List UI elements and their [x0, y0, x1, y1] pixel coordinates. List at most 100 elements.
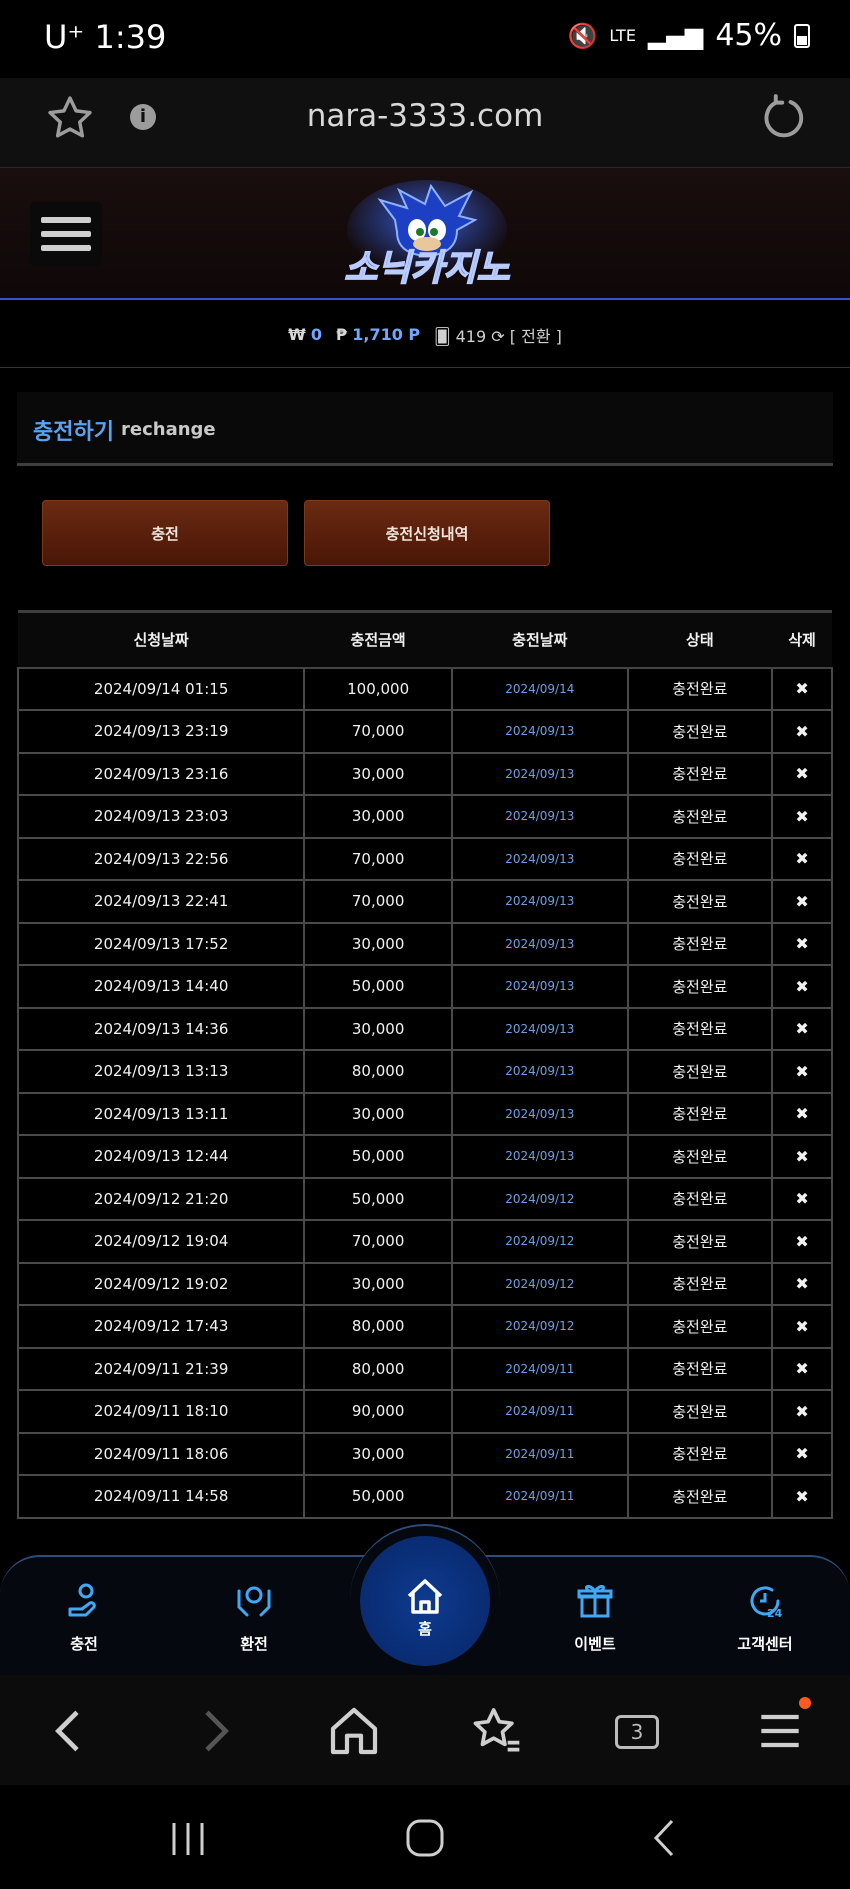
menu-bar-icon [41, 217, 91, 223]
table-row: 2024/09/11 14:58 50,000 2024/09/11 충전완료 ✖ [16, 1474, 833, 1519]
delete-button[interactable]: ✖ [771, 964, 833, 1009]
menu-button[interactable] [30, 202, 102, 266]
delete-button[interactable]: ✖ [771, 836, 833, 881]
table-row: 2024/09/13 22:56 70,000 2024/09/13 충전완료 ✖ [16, 836, 833, 881]
delete-button[interactable]: ✖ [771, 1219, 833, 1264]
charge-history-button[interactable]: 충전신청내역 [304, 500, 550, 566]
system-nav-bar [0, 1785, 850, 1889]
delete-button[interactable]: ✖ [771, 666, 833, 711]
delete-button[interactable]: ✖ [771, 1091, 833, 1136]
request-date-cell: 2024/09/13 14:36 [16, 1006, 306, 1051]
request-date-cell: 2024/09/12 17:43 [16, 1304, 306, 1349]
nav-charge[interactable]: 충전 [24, 1557, 144, 1677]
battery-icon [794, 23, 810, 48]
exchange-hands-icon [237, 1586, 271, 1617]
request-date-cell: 2024/09/13 22:41 [16, 879, 306, 924]
point-balance: ₱ 1,710 P [336, 325, 420, 344]
status-right: 🔇 LTE ▂▄▆ 45% [567, 18, 810, 53]
nav-exchange[interactable]: 환전 [194, 1557, 314, 1677]
table-row: 2024/09/13 23:19 70,000 2024/09/13 충전완료 ✖ [16, 709, 833, 754]
delete-button[interactable]: ✖ [771, 1431, 833, 1476]
table-row: 2024/09/12 17:43 80,000 2024/09/12 충전완료 ✖ [16, 1304, 833, 1349]
request-date-cell: 2024/09/12 19:04 [16, 1219, 306, 1264]
table-row: 2024/09/13 13:13 80,000 2024/09/13 충전완료 ✖ [16, 1049, 833, 1094]
recents-icon[interactable] [166, 1819, 210, 1859]
amount-cell: 90,000 [303, 1389, 453, 1434]
status-cell: 충전완료 [626, 1431, 774, 1476]
charge-button[interactable]: 충전 [42, 500, 288, 566]
status-bar: U⁺ 1:39 🔇 LTE ▂▄▆ 45% [0, 0, 850, 78]
browser-home-icon[interactable] [326, 1703, 382, 1759]
charge-date-cell: 2024/09/12 [450, 1176, 629, 1221]
delete-button[interactable]: ✖ [771, 709, 833, 754]
delete-button[interactable]: ✖ [771, 1474, 833, 1519]
status-cell: 충전완료 [626, 1134, 774, 1179]
gift-icon [577, 1584, 613, 1618]
sys-back-icon[interactable] [648, 1817, 678, 1859]
browser-url-bar: i nara-3333.com [0, 78, 850, 168]
nav-event-label: 이벤트 [574, 1635, 616, 1653]
won-symbol: ₩ [288, 325, 306, 344]
table-row: 2024/09/13 13:11 30,000 2024/09/13 충전완료 ✖ [16, 1091, 833, 1136]
table-row: 2024/09/13 17:52 30,000 2024/09/13 충전완료 ✖ [16, 921, 833, 966]
forward-icon[interactable] [186, 1703, 242, 1759]
menu-bar-icon [41, 231, 91, 237]
delete-button[interactable]: ✖ [771, 751, 833, 796]
amount-cell: 70,000 [303, 709, 453, 754]
charge-date-cell: 2024/09/13 [450, 709, 629, 754]
delete-button[interactable]: ✖ [771, 1049, 833, 1094]
nav-home-button[interactable]: 홈 [360, 1536, 490, 1666]
sys-home-icon[interactable] [404, 1817, 446, 1859]
url-text[interactable]: nara-3333.com [0, 98, 850, 134]
request-date-cell: 2024/09/14 01:15 [16, 666, 306, 711]
delete-button[interactable]: ✖ [771, 1304, 833, 1349]
reload-icon[interactable] [758, 92, 810, 144]
amount-cell: 70,000 [303, 879, 453, 924]
browser-menu-icon[interactable] [752, 1703, 808, 1759]
charge-history-table: 신청날짜 충전금액 충전날짜 상태 삭제 2024/09/14 01:15 100… [16, 610, 833, 1519]
charge-date-cell: 2024/09/13 [450, 1134, 629, 1179]
lte-indicator: LTE [609, 26, 636, 45]
status-cell: 충전완료 [626, 1049, 774, 1094]
amount-cell: 30,000 [303, 751, 453, 796]
charge-date-cell: 2024/09/13 [450, 836, 629, 881]
charge-hand-icon [68, 1583, 96, 1617]
delete-button[interactable]: ✖ [771, 1006, 833, 1051]
notification-dot [799, 1697, 811, 1709]
nav-support[interactable]: 24 고객센터 [705, 1557, 825, 1677]
request-date-cell: 2024/09/13 13:13 [16, 1049, 306, 1094]
delete-button[interactable]: ✖ [771, 1176, 833, 1221]
amount-cell: 30,000 [303, 794, 453, 839]
status-cell: 충전완료 [626, 794, 774, 839]
status-cell: 충전완료 [626, 1219, 774, 1264]
delete-button[interactable]: ✖ [771, 921, 833, 966]
table-row: 2024/09/11 21:39 80,000 2024/09/11 충전완료 ✖ [16, 1346, 833, 1391]
amount-cell: 30,000 [303, 1431, 453, 1476]
bookmarks-icon[interactable] [468, 1703, 524, 1759]
menu-bar-icon [41, 245, 91, 251]
delete-button[interactable]: ✖ [771, 1261, 833, 1306]
tabs-button[interactable]: 3 [615, 1715, 659, 1749]
delete-button[interactable]: ✖ [771, 1389, 833, 1434]
delete-button[interactable]: ✖ [771, 794, 833, 839]
charge-date-cell: 2024/09/13 [450, 751, 629, 796]
refresh-icon[interactable]: ⟳ [491, 327, 504, 346]
mute-icon: 🔇 [567, 21, 598, 50]
site-logo[interactable]: 소닉카지노 [325, 180, 530, 290]
request-date-cell: 2024/09/11 18:10 [16, 1389, 306, 1434]
status-cell: 충전완료 [626, 1346, 774, 1391]
charge-date-cell: 2024/09/13 [450, 964, 629, 1009]
wallet-bar: ₩ 0 ₱ 1,710 P 🂠 419 ⟳ [ 전환 ] [0, 302, 850, 368]
nav-event[interactable]: 이벤트 [535, 1557, 655, 1677]
delete-button[interactable]: ✖ [771, 1346, 833, 1391]
amount-cell: 70,000 [303, 1219, 453, 1264]
convert-link[interactable]: [ 전환 ] [510, 327, 562, 346]
charge-date-cell: 2024/09/13 [450, 879, 629, 924]
delete-button[interactable]: ✖ [771, 879, 833, 924]
request-date-cell: 2024/09/13 17:52 [16, 921, 306, 966]
amount-cell: 80,000 [303, 1346, 453, 1391]
table-row: 2024/09/13 14:40 50,000 2024/09/13 충전완료 ✖ [16, 964, 833, 1009]
back-icon[interactable] [42, 1703, 98, 1759]
delete-button[interactable]: ✖ [771, 1134, 833, 1179]
status-carrier-time: U⁺ 1:39 [44, 18, 167, 56]
